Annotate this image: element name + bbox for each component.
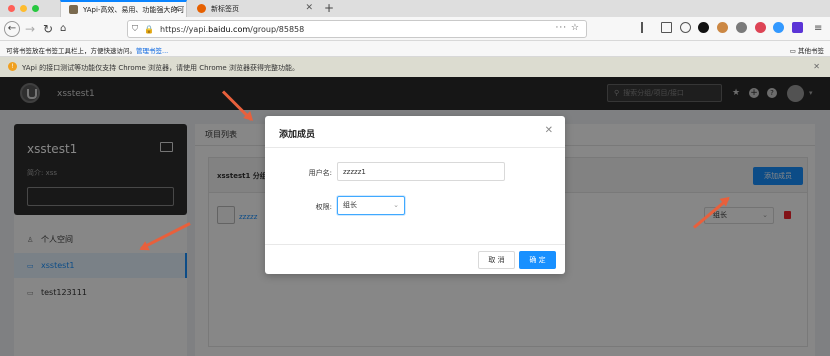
minimize-window-button[interactable] — [20, 5, 27, 12]
extension-icon[interactable] — [755, 22, 766, 33]
notice-message: YApi 的接口测试等功能仅支持 Chrome 浏览器，请使用 Chrome 浏… — [22, 64, 299, 72]
maximize-window-button[interactable] — [32, 5, 39, 12]
other-bookmarks[interactable]: ▭ 其他书签 — [790, 45, 824, 55]
modal-footer: 取 消 确 定 — [265, 244, 565, 274]
close-icon[interactable]: ✕ — [545, 125, 553, 136]
extension-icon[interactable] — [792, 22, 803, 33]
browser-notice-bar: ! YApi 的接口测试等功能仅支持 Chrome 浏览器，请使用 Chrome… — [0, 57, 830, 77]
firefox-favicon-icon — [197, 4, 206, 13]
lock-icon: 🔒 — [144, 24, 154, 34]
warning-icon: ! — [8, 62, 17, 71]
modal-header: 添加成员 ✕ — [265, 116, 565, 148]
close-icon[interactable]: ✕ — [813, 62, 820, 71]
close-window-button[interactable] — [8, 5, 15, 12]
extension-icon[interactable] — [773, 22, 784, 33]
add-member-modal: 添加成员 ✕ 用户名: 权限: 组长 ⌄ 取 消 确 定 — [265, 116, 565, 274]
account-icon[interactable] — [680, 22, 691, 33]
forward-button[interactable]: → — [25, 20, 35, 38]
home-button[interactable]: ⌂ — [60, 20, 66, 38]
yapi-favicon-icon — [69, 5, 78, 14]
back-button[interactable]: ← — [4, 21, 20, 37]
username-input[interactable] — [337, 162, 505, 181]
cancel-button[interactable]: 取 消 — [478, 251, 515, 269]
role-select[interactable]: 组长 ⌄ — [337, 196, 405, 215]
tab-new-tab[interactable]: 新标签页 ✕ — [189, 0, 319, 17]
extension-icon[interactable] — [717, 22, 728, 33]
role-label: 权限: — [315, 203, 332, 211]
extension-icon[interactable] — [736, 22, 747, 33]
shield-icon: ⛉ — [132, 24, 138, 33]
bookmarks-bar: 可将书签放在书签工具栏上，方便快速访问。管理书签... ▭ 其他书签 — [0, 41, 830, 57]
chevron-down-icon: ⌄ — [393, 201, 399, 209]
tab-label: YApi-高效、易用、功能强大的可 — [83, 5, 185, 14]
reload-button[interactable]: ↻ — [43, 20, 53, 38]
close-tab-icon[interactable]: ✕ — [172, 5, 180, 15]
tab-yapi[interactable]: YApi-高效、易用、功能强大的可 ✕ — [60, 0, 187, 17]
confirm-button[interactable]: 确 定 — [519, 251, 556, 269]
page-actions-icon[interactable]: ··· ☆ — [555, 23, 580, 33]
url-text: https://yapi.baidu.com/group/85858 — [160, 24, 305, 34]
browser-tab-strip: YApi-高效、易用、功能强大的可 ✕ 新标签页 ✕ + — [0, 0, 830, 17]
browser-nav-bar: ← → ↻ ⌂ ⛉ 🔒 https://yapi.baidu.com/group… — [0, 17, 830, 41]
url-bar[interactable]: ⛉ 🔒 https://yapi.baidu.com/group/85858 ·… — [127, 20, 587, 38]
new-tab-button[interactable]: + — [324, 1, 334, 15]
bookmarks-hint: 可将书签放在书签工具栏上，方便快速访问。管理书签... — [6, 47, 169, 55]
sidebar-icon[interactable] — [661, 22, 672, 33]
library-icon[interactable] — [641, 22, 652, 33]
username-label: 用户名: — [308, 169, 332, 177]
menu-icon[interactable]: ≡ — [814, 20, 822, 38]
tab-label: 新标签页 — [211, 4, 239, 13]
manage-bookmarks-link[interactable]: 管理书签... — [136, 47, 168, 55]
extension-icon[interactable] — [698, 22, 709, 33]
modal-title: 添加成员 — [279, 130, 316, 140]
close-tab-icon[interactable]: ✕ — [305, 3, 313, 13]
